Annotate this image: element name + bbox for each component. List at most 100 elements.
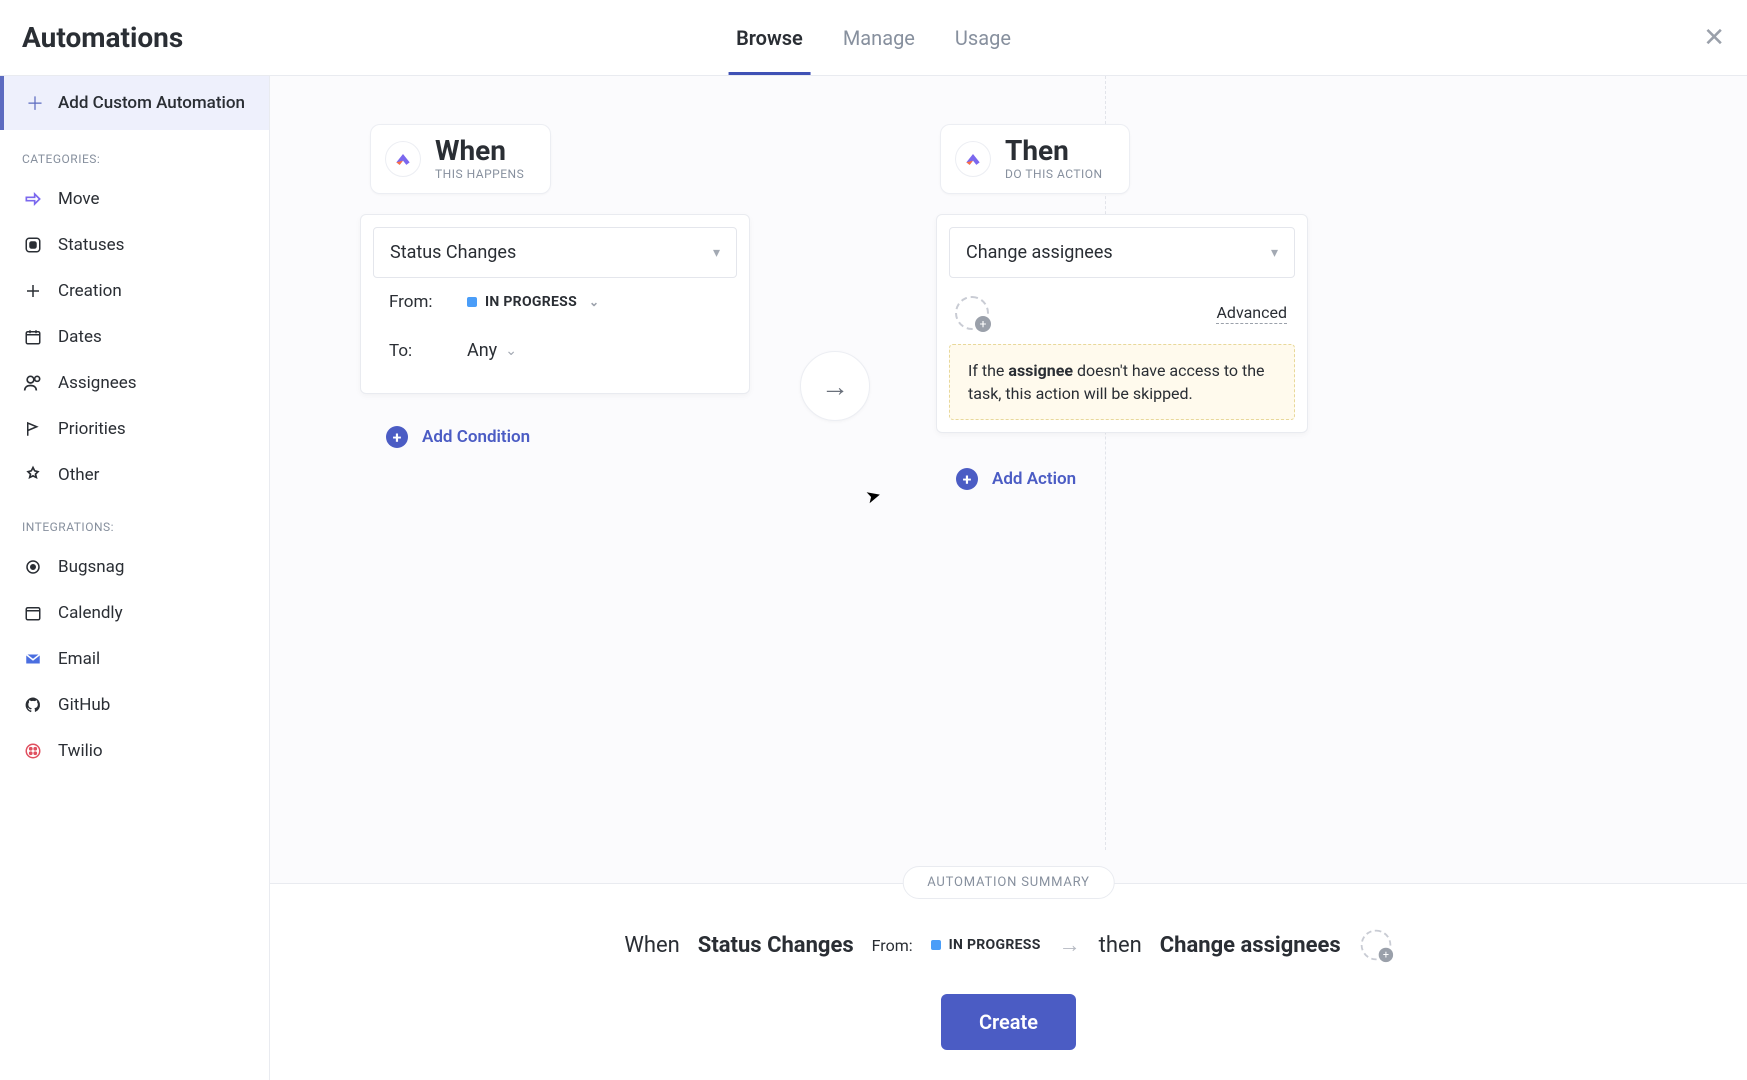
add-action-label: Add Action	[992, 469, 1076, 489]
assignee-picker[interactable]	[955, 296, 989, 330]
header-tabs: Browse Manage Usage	[736, 0, 1011, 75]
sidebar-item-label: Move	[58, 189, 100, 209]
to-status-picker[interactable]: Any ⌄	[467, 340, 517, 361]
summary-when-word: When	[624, 933, 679, 958]
sidebar-item-email[interactable]: Email	[0, 636, 269, 682]
summary-bar: AUTOMATION SUMMARY When Status Changes F…	[270, 883, 1747, 1080]
move-icon	[22, 188, 44, 210]
sidebar-item-github[interactable]: GitHub	[0, 682, 269, 728]
status-icon	[22, 234, 44, 256]
dates-icon	[22, 326, 44, 348]
from-status-picker[interactable]: IN PROGRESS ⌄	[467, 294, 599, 310]
sidebar-item-other[interactable]: Other	[0, 452, 269, 498]
arrow-right-icon: →	[800, 351, 870, 421]
plus-icon: ＋	[26, 90, 44, 116]
plus-circle-icon: +	[956, 468, 978, 490]
summary-heading: AUTOMATION SUMMARY	[902, 866, 1115, 899]
trigger-card: Status Changes ▾ From: IN PROGRESS ⌄ To:…	[360, 214, 750, 394]
to-label: To:	[389, 341, 443, 361]
advanced-link[interactable]: Advanced	[1216, 303, 1287, 324]
sidebar-item-label: GitHub	[58, 695, 110, 715]
summary-from-value: IN PROGRESS	[949, 937, 1041, 953]
chevron-down-icon: ⌄	[589, 295, 599, 309]
sidebar-item-statuses[interactable]: Statuses	[0, 222, 269, 268]
status-color-swatch	[931, 940, 941, 950]
sidebar-item-bugsnag[interactable]: Bugsnag	[0, 544, 269, 590]
add-action-button[interactable]: + Add Action	[956, 468, 1076, 490]
sidebar-item-label: Statuses	[58, 235, 124, 255]
other-icon	[22, 464, 44, 486]
integrations-heading: INTEGRATIONS:	[0, 498, 269, 544]
github-icon	[22, 694, 44, 716]
summary-then-action: Change assignees	[1160, 933, 1341, 958]
sidebar-item-label: Assignees	[58, 373, 137, 393]
sidebar-item-priorities[interactable]: Priorities	[0, 406, 269, 452]
sidebar-item-label: Email	[58, 649, 100, 669]
trigger-select-value: Status Changes	[390, 242, 516, 263]
action-select-value: Change assignees	[966, 242, 1113, 263]
action-card: Change assignees ▾ Advanced If the assig…	[936, 214, 1308, 433]
status-color-swatch	[467, 297, 477, 307]
chevron-down-icon: ⌄	[505, 343, 517, 359]
email-icon	[22, 648, 44, 670]
create-button[interactable]: Create	[941, 994, 1076, 1050]
cursor-icon: ➤	[864, 484, 884, 508]
sidebar-item-dates[interactable]: Dates	[0, 314, 269, 360]
sidebar-item-label: Dates	[58, 327, 102, 347]
sidebar-item-label: Creation	[58, 281, 122, 301]
clickup-logo-icon	[955, 141, 991, 177]
layout: ＋ Add Custom Automation CATEGORIES: Move…	[0, 76, 1747, 1080]
summary-assignee-picker[interactable]	[1360, 930, 1391, 961]
header: Automations Browse Manage Usage ✕	[0, 0, 1747, 76]
assignees-icon	[22, 372, 44, 394]
tab-usage[interactable]: Usage	[955, 0, 1011, 75]
close-icon[interactable]: ✕	[1703, 23, 1725, 53]
plus-circle-icon: +	[386, 426, 408, 448]
sidebar-item-label: Other	[58, 465, 99, 485]
from-label: From:	[389, 292, 443, 312]
sidebar-item-label: Twilio	[58, 741, 103, 761]
summary-then-word: then	[1099, 933, 1142, 958]
add-custom-automation[interactable]: ＋ Add Custom Automation	[0, 76, 269, 130]
categories-heading: CATEGORIES:	[0, 130, 269, 176]
add-condition-button[interactable]: + Add Condition	[386, 426, 530, 448]
add-custom-label: Add Custom Automation	[58, 93, 245, 113]
twilio-icon	[22, 740, 44, 762]
when-header: When THIS HAPPENS	[370, 124, 551, 194]
creation-icon	[22, 280, 44, 302]
clickup-logo-icon	[385, 141, 421, 177]
warning-bold: assignee	[1008, 361, 1073, 380]
then-title: Then	[1005, 137, 1103, 165]
builder-canvas: When THIS HAPPENS Then DO THIS ACTION St…	[270, 76, 1747, 1080]
then-header: Then DO THIS ACTION	[940, 124, 1130, 194]
add-condition-label: Add Condition	[422, 427, 530, 447]
summary-from-label: From:	[872, 936, 913, 955]
chevron-down-icon: ▾	[1271, 245, 1278, 261]
tab-manage[interactable]: Manage	[843, 0, 915, 75]
then-subtitle: DO THIS ACTION	[1005, 167, 1103, 181]
action-select[interactable]: Change assignees ▾	[949, 227, 1295, 278]
sidebar-item-label: Bugsnag	[58, 557, 124, 577]
sidebar-item-label: Priorities	[58, 419, 126, 439]
bugsnag-icon	[22, 556, 44, 578]
chevron-down-icon: ▾	[713, 245, 720, 261]
priorities-icon	[22, 418, 44, 440]
page-title: Automations	[22, 21, 183, 54]
summary-from-status: IN PROGRESS	[931, 937, 1041, 953]
summary-line: When Status Changes From: IN PROGRESS → …	[270, 928, 1747, 962]
sidebar: ＋ Add Custom Automation CATEGORIES: Move…	[0, 76, 270, 1080]
from-status-value: IN PROGRESS	[485, 294, 577, 310]
when-subtitle: THIS HAPPENS	[435, 167, 524, 181]
sidebar-item-twilio[interactable]: Twilio	[0, 728, 269, 774]
tab-browse[interactable]: Browse	[736, 0, 803, 75]
sidebar-item-move[interactable]: Move	[0, 176, 269, 222]
arrow-right-icon: →	[1059, 932, 1081, 958]
sidebar-item-creation[interactable]: Creation	[0, 268, 269, 314]
warning-text: If the	[968, 361, 1008, 380]
sidebar-item-calendly[interactable]: Calendly	[0, 590, 269, 636]
to-status-value: Any	[467, 340, 497, 361]
trigger-select[interactable]: Status Changes ▾	[373, 227, 737, 278]
when-title: When	[435, 137, 524, 165]
sidebar-item-assignees[interactable]: Assignees	[0, 360, 269, 406]
calendly-icon	[22, 602, 44, 624]
